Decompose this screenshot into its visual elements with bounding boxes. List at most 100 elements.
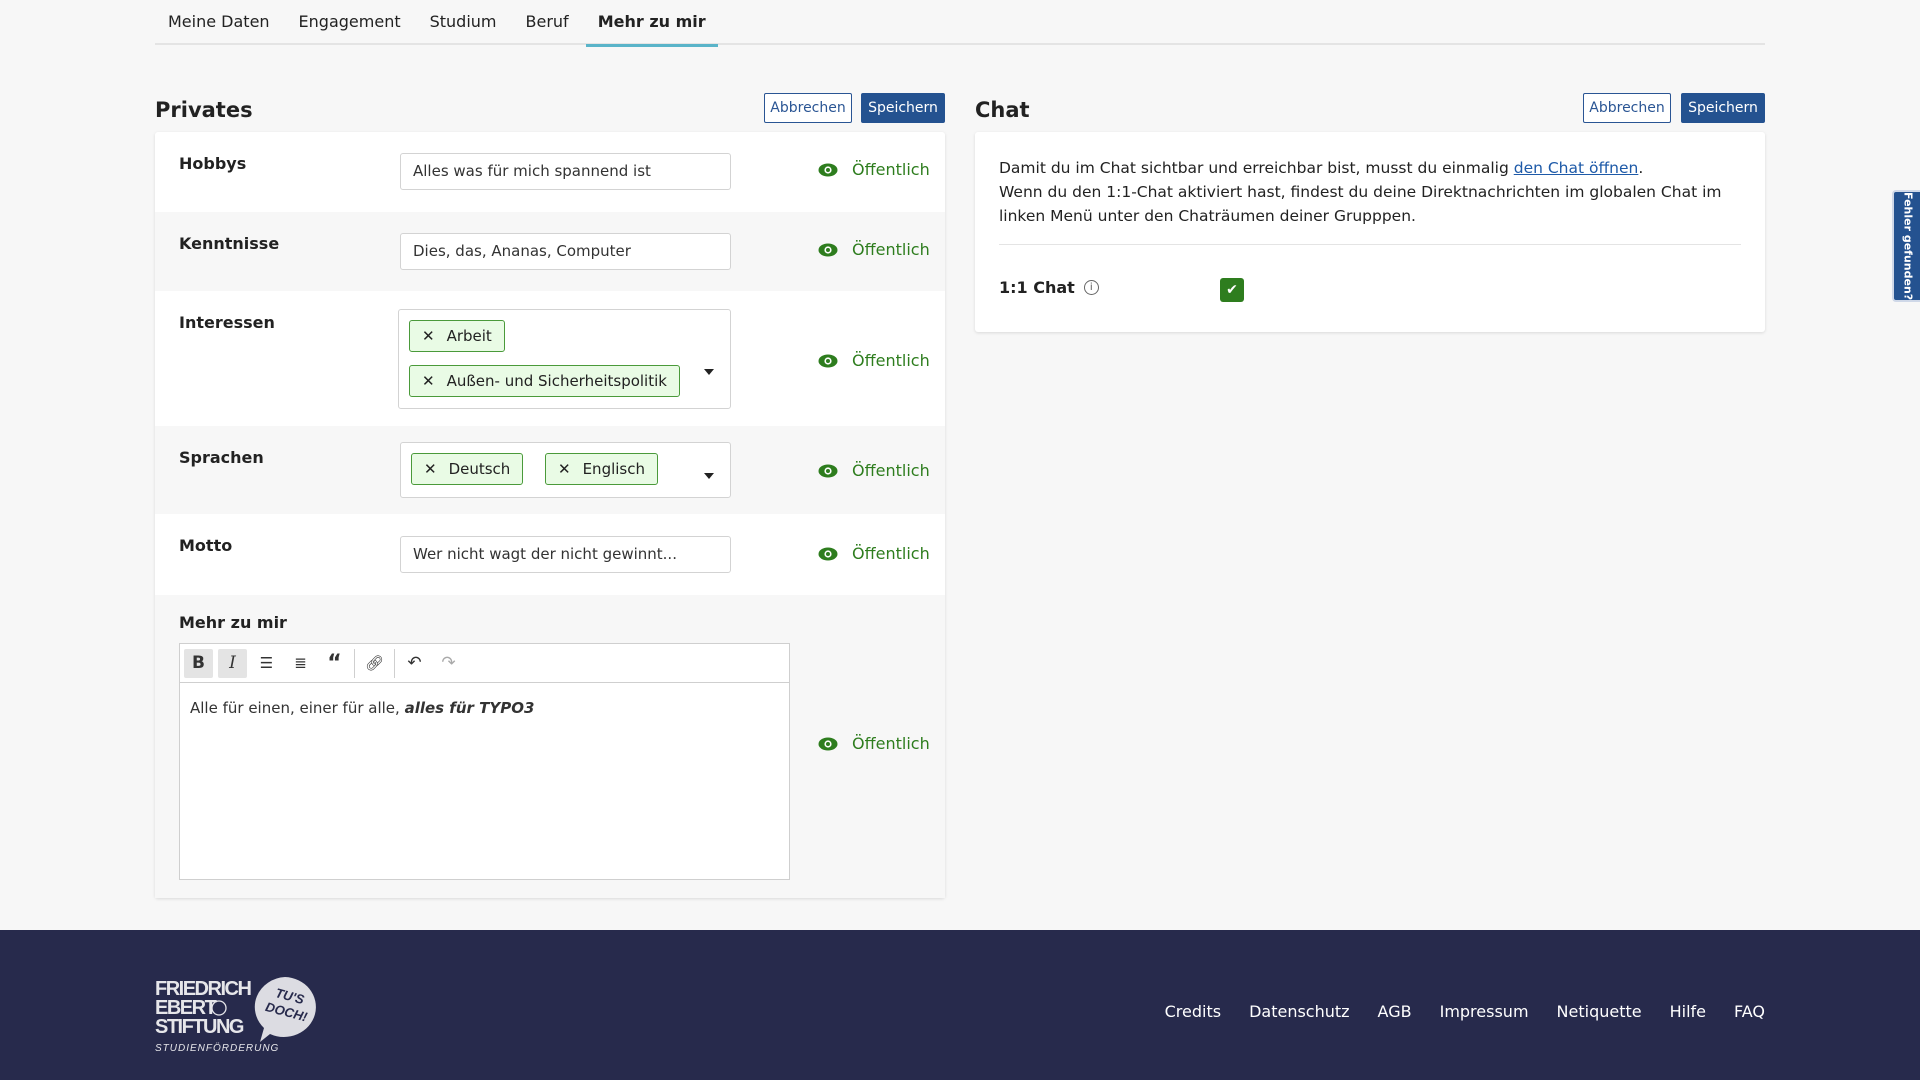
editor-text-bold-italic: alles für TYPO3 [404, 699, 535, 717]
privates-card: Hobbys Alles was für mich spannend ist Ö… [155, 132, 945, 898]
tab-studium[interactable]: Studium [430, 0, 497, 45]
numbered-list-icon[interactable]: ≣ [286, 649, 315, 678]
eye-icon [818, 163, 838, 176]
eye-icon [818, 354, 838, 367]
row-hobbys: Hobbys Alles was für mich spannend ist Ö… [155, 132, 945, 212]
hobbys-input[interactable]: Alles was für mich spannend ist [400, 153, 731, 190]
motto-visibility[interactable]: Öffentlich [818, 544, 930, 563]
row-mehr-zu-mir: Mehr zu mir B I ☰ ≣ “ 🔗︎ ↶ ↷ Alle für ei… [155, 595, 945, 898]
tag-englisch: ✕ Englisch [545, 453, 658, 485]
sprachen-label: Sprachen [179, 448, 264, 467]
link-icon[interactable]: 🔗︎ [360, 649, 389, 678]
toolbar-divider [354, 648, 355, 678]
kenntnisse-visibility[interactable]: Öffentlich [818, 240, 930, 259]
footer-link-netiquette[interactable]: Netiquette [1557, 1002, 1642, 1021]
mehr-visibility[interactable]: Öffentlich [818, 734, 930, 753]
remove-tag-icon[interactable]: ✕ [422, 372, 435, 390]
tag-arbeit: ✕ Arbeit [409, 320, 505, 352]
editor-content[interactable]: Alle für einen, einer für alle, alles fü… [180, 683, 789, 733]
bold-icon[interactable]: B [184, 648, 213, 678]
row-sprachen: Sprachen ✕ Deutsch ✕ Englisch Öffentlich [155, 426, 945, 514]
chevron-down-icon[interactable] [704, 473, 714, 479]
privates-cancel-button[interactable]: Abbrechen [764, 93, 852, 123]
visibility-label: Öffentlich [852, 351, 930, 370]
privates-title: Privates [155, 98, 253, 122]
interessen-select[interactable]: ✕ Arbeit ✕ Außen- und Sicherheitspolitik [398, 309, 731, 409]
footer-link-impressum[interactable]: Impressum [1440, 1002, 1529, 1021]
chat-description: Damit du im Chat sichtbar und erreichbar… [999, 156, 1749, 228]
chat-text-2: Wenn du den 1:1-Chat aktiviert hast, fin… [999, 183, 1722, 225]
remove-tag-icon[interactable]: ✕ [558, 460, 571, 478]
editor-toolbar: B I ☰ ≣ “ 🔗︎ ↶ ↷ [180, 644, 789, 683]
visibility-label: Öffentlich [852, 544, 930, 563]
sprachen-select[interactable]: ✕ Deutsch ✕ Englisch [400, 442, 731, 498]
profile-tabs: Meine Daten Engagement Studium Beruf Meh… [155, 0, 1765, 47]
tab-engagement[interactable]: Engagement [299, 0, 401, 45]
kenntnisse-label: Kenntnisse [179, 234, 280, 253]
visibility-label: Öffentlich [852, 160, 930, 179]
open-chat-link[interactable]: den Chat öffnen [1514, 159, 1639, 177]
chat-save-button[interactable]: Speichern [1681, 93, 1765, 123]
tab-beruf[interactable]: Beruf [526, 0, 569, 45]
visibility-label: Öffentlich [852, 461, 930, 480]
fes-logo[interactable]: FRIEDRICHEBERTSTIFTUNG STUDIENFÖRDERUNG … [155, 975, 320, 1055]
eye-icon [818, 737, 838, 750]
footer-link-credits[interactable]: Credits [1165, 1002, 1221, 1021]
motto-input[interactable]: Wer nicht wagt der nicht gewinnt... [400, 536, 731, 573]
sprachen-visibility[interactable]: Öffentlich [818, 461, 930, 480]
footer: FRIEDRICH EBERT STIFTUNG STUDIENFÖRDERUNG … [0, 930, 1920, 1080]
privates-save-button[interactable]: Speichern [861, 93, 945, 123]
blockquote-icon[interactable]: “ [320, 649, 349, 678]
interessen-label: Interessen [179, 313, 275, 332]
remove-tag-icon[interactable]: ✕ [422, 327, 435, 345]
svg-text:STUDIENFÖRDERUNG: STUDIENFÖRDERUNG [155, 1042, 279, 1054]
redo-icon[interactable]: ↷ [434, 649, 463, 678]
kenntnisse-input[interactable]: Dies, das, Ananas, Computer [400, 233, 731, 270]
footer-link-faq[interactable]: FAQ [1734, 1002, 1765, 1021]
row-interessen: Interessen ✕ Arbeit ✕ Außen- und Sicherhei… [155, 291, 945, 426]
chevron-down-icon[interactable] [704, 369, 714, 375]
chat-title: Chat [975, 98, 1030, 122]
tag-deutsch: ✕ Deutsch [411, 453, 524, 485]
undo-icon[interactable]: ↶ [400, 649, 429, 678]
eye-icon [818, 464, 838, 477]
chat-card: Damit du im Chat sichtbar und erreichbar… [975, 132, 1765, 332]
hobbys-label: Hobbys [179, 154, 247, 173]
footer-link-hilfe[interactable]: Hilfe [1670, 1002, 1706, 1021]
tab-mehr-zu-mir[interactable]: Mehr zu mir [585, 0, 718, 47]
row-motto: Motto Wer nicht wagt der nicht gewinnt..… [155, 514, 945, 595]
chat-cancel-button[interactable]: Abbrechen [1583, 93, 1671, 123]
eye-icon [818, 243, 838, 256]
footer-links: Credits Datenschutz AGB Impressum Netiqu… [1165, 1002, 1765, 1021]
tag-aussenpolitik: ✕ Außen- und Sicherheitspolitik [409, 365, 680, 397]
italic-icon[interactable]: I [218, 648, 247, 678]
footer-link-agb[interactable]: AGB [1378, 1002, 1412, 1021]
visibility-label: Öffentlich [852, 734, 930, 753]
tag-label: Außen- und Sicherheitspolitik [446, 372, 667, 390]
bulleted-list-icon[interactable]: ☰ [252, 649, 281, 678]
toolbar-divider [394, 648, 395, 678]
rich-text-editor: B I ☰ ≣ “ 🔗︎ ↶ ↷ Alle für einen, einer f… [179, 643, 790, 880]
tab-meine-daten[interactable]: Meine Daten [168, 0, 270, 45]
motto-label: Motto [179, 536, 233, 555]
remove-tag-icon[interactable]: ✕ [424, 460, 437, 478]
hobbys-visibility[interactable]: Öffentlich [818, 160, 930, 179]
chat-text-1: Damit du im Chat sichtbar und erreichbar… [999, 159, 1514, 177]
tag-label: Arbeit [446, 327, 492, 345]
info-icon[interactable]: i [1083, 280, 1099, 295]
footer-link-datenschutz[interactable]: Datenschutz [1249, 1002, 1349, 1021]
interessen-visibility[interactable]: Öffentlich [818, 351, 930, 370]
feedback-side-tab[interactable]: Fehler gefunden? [1892, 190, 1920, 302]
divider [999, 244, 1741, 245]
row-kenntnisse: Kenntnisse Dies, das, Ananas, Computer Ö… [155, 212, 945, 291]
visibility-label: Öffentlich [852, 240, 930, 259]
one-to-one-checkbox[interactable]: ✔ [1220, 278, 1244, 302]
check-icon: ✔ [1226, 282, 1238, 298]
tag-label: Deutsch [448, 460, 511, 478]
tag-label: Englisch [582, 460, 645, 478]
chat-text-1-end: . [1638, 159, 1644, 177]
editor-text: Alle für einen, einer für alle, [190, 699, 405, 717]
mehr-label: Mehr zu mir [179, 613, 287, 632]
svg-text:STIFTUNG: STIFTUNG [155, 1016, 244, 1038]
one-to-one-label: 1:1 Chat [999, 278, 1075, 297]
